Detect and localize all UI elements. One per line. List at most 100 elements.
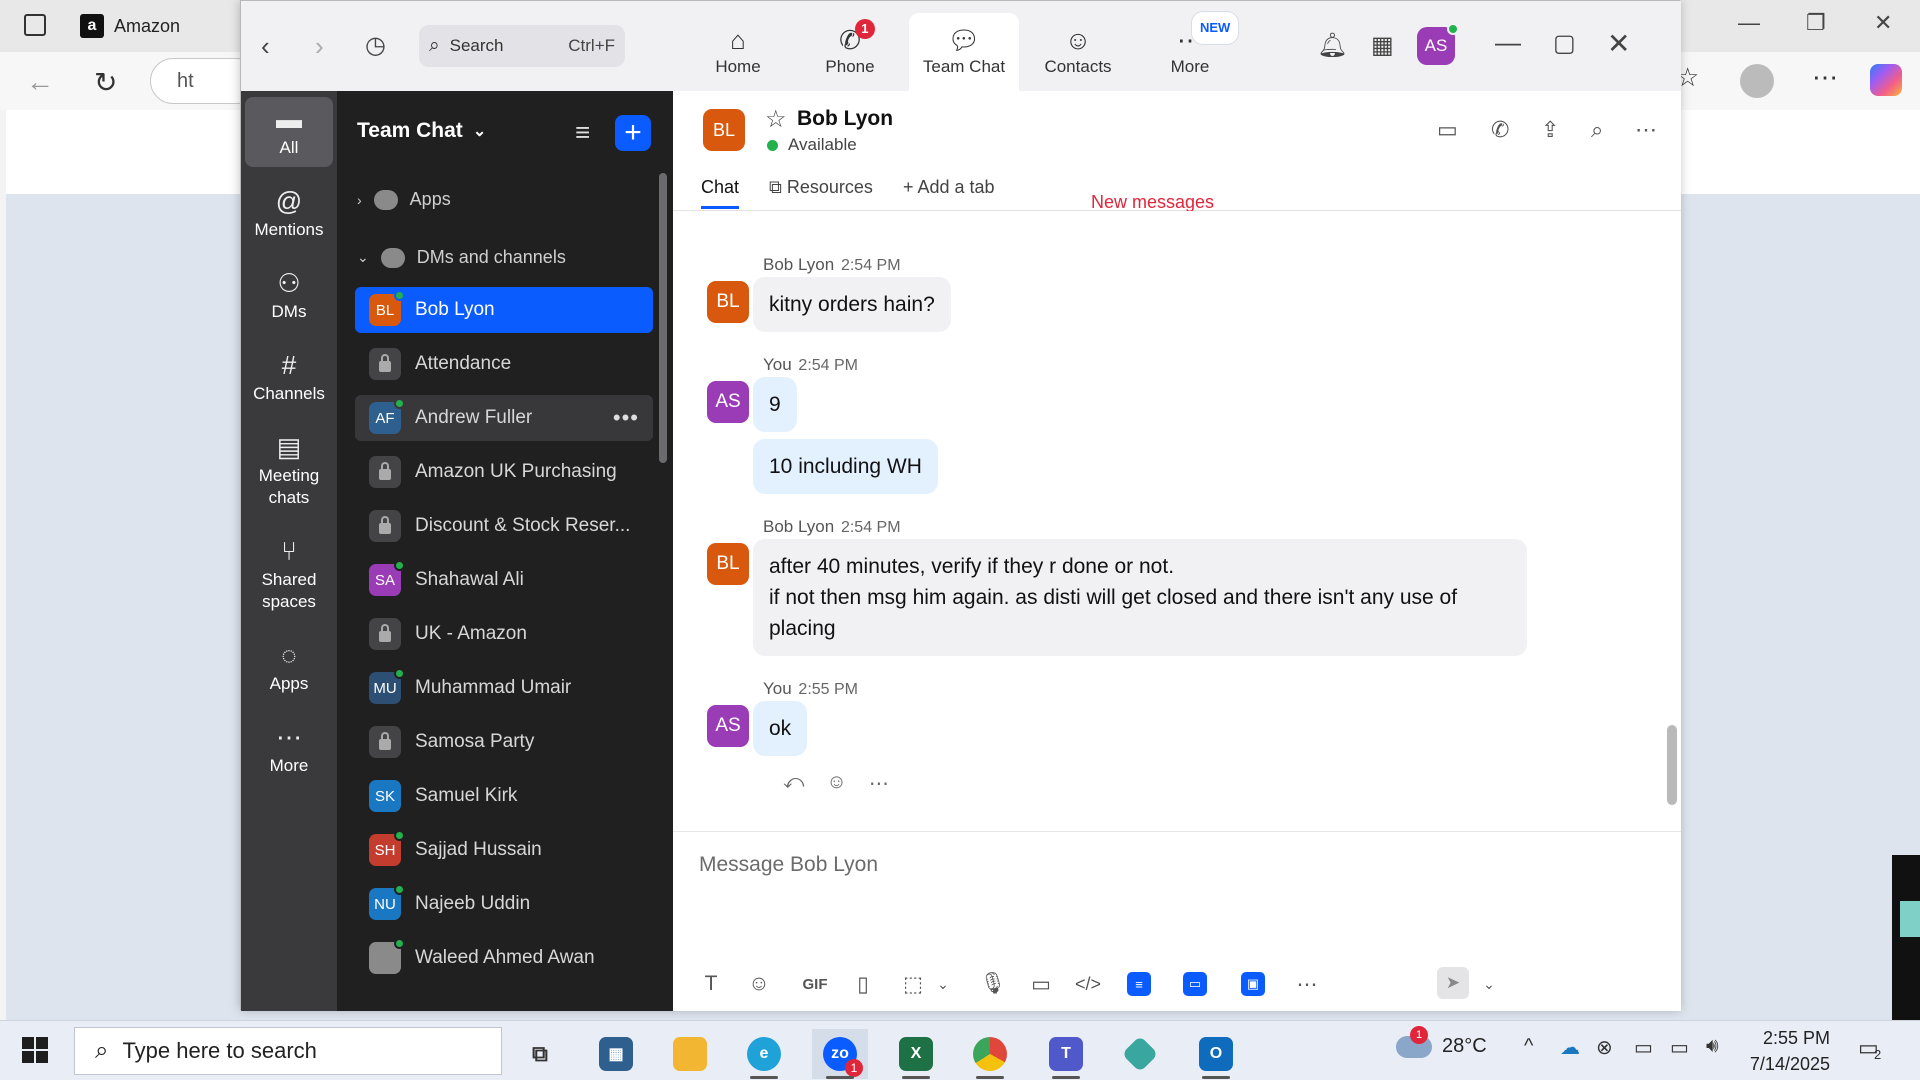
channel-item-bob-lyon[interactable]: BL Bob Lyon bbox=[355, 287, 653, 333]
zoom-search-box[interactable]: ⌕ Search Ctrl+F bbox=[419, 25, 625, 67]
chevron-up-icon[interactable]: ^ bbox=[1524, 1035, 1533, 1058]
tab-more[interactable]: ⋯ NEW More bbox=[1135, 11, 1245, 91]
channel-item-uk-amazon[interactable]: UK - Amazon bbox=[355, 611, 653, 657]
forward-arrow-icon[interactable]: › bbox=[315, 31, 324, 62]
bell-icon[interactable]: 🔔︎ bbox=[1317, 31, 1347, 60]
tab-add[interactable]: + Add a tab bbox=[903, 177, 995, 209]
browser-close-icon[interactable]: ✕ bbox=[1874, 10, 1892, 36]
chevron-down-icon[interactable]: ⌄ bbox=[933, 967, 953, 1001]
maximize-icon[interactable]: ▢ bbox=[1553, 29, 1576, 58]
send-options-icon[interactable]: ⌄ bbox=[1479, 967, 1499, 1001]
search-chat-icon[interactable]: ⌕ bbox=[1591, 117, 1603, 143]
chrome-app-icon[interactable] bbox=[962, 1029, 1018, 1079]
onedrive-icon[interactable]: ☁ bbox=[1560, 1035, 1580, 1060]
channel-item-sajjad-hussain[interactable]: SH Sajjad Hussain bbox=[355, 827, 653, 873]
channel-item-discount-stock[interactable]: Discount & Stock Reser... bbox=[355, 503, 653, 549]
channel-item-andrew-fuller[interactable]: AF Andrew Fuller ••• bbox=[355, 395, 653, 441]
teams-app-icon[interactable]: T bbox=[1038, 1029, 1094, 1079]
browser-restore-icon[interactable]: ❐ bbox=[1806, 10, 1826, 36]
rail-item-all[interactable]: ▬ All bbox=[245, 97, 333, 167]
windows-start-icon[interactable] bbox=[22, 1037, 48, 1063]
clips-app-icon[interactable]: ▣ bbox=[1239, 967, 1267, 1001]
rail-item-apps[interactable]: ◌ Apps bbox=[245, 641, 333, 695]
tab-phone[interactable]: ✆ 1 Phone bbox=[795, 13, 905, 91]
code-icon[interactable]: </> bbox=[1071, 967, 1105, 1001]
share-screen-icon[interactable]: ⇪ bbox=[1541, 117, 1559, 143]
channel-item-samosa-party[interactable]: Samosa Party bbox=[355, 719, 653, 765]
calendar-icon[interactable]: ▦ bbox=[1371, 31, 1394, 60]
browser-refresh-icon[interactable]: ↻ bbox=[94, 66, 117, 99]
phone-call-icon[interactable]: ✆ bbox=[1491, 117, 1509, 143]
tab-team-chat[interactable]: 💬︎ Team Chat bbox=[909, 13, 1019, 91]
close-icon[interactable]: ✕ bbox=[1607, 27, 1630, 60]
section-apps[interactable]: › Apps bbox=[357, 189, 451, 210]
browser-sidebar-icon[interactable] bbox=[24, 14, 46, 36]
notification-center-icon[interactable]: ▭ 2 bbox=[1858, 1035, 1881, 1062]
message-more-icon[interactable]: ⋯ bbox=[869, 771, 889, 796]
tab-home[interactable]: ⌂ Home bbox=[683, 13, 793, 91]
channel-item-najeeb-uddin[interactable]: NU Najeeb Uddin bbox=[355, 881, 653, 927]
zoom-app-icon[interactable]: zo 1 bbox=[812, 1029, 868, 1079]
taskbar-search[interactable]: ⌕ bbox=[74, 1027, 502, 1075]
channel-list-scrollbar[interactable] bbox=[659, 173, 667, 463]
excel-app-icon[interactable]: X bbox=[888, 1029, 944, 1079]
history-icon[interactable]: ◷ bbox=[365, 31, 386, 60]
rail-item-dms[interactable]: ⚇ DMs bbox=[245, 269, 333, 323]
message-bubble[interactable]: 9 bbox=[753, 377, 797, 432]
system-clock[interactable]: 2:55 PM 7/14/2025 bbox=[1740, 1025, 1830, 1077]
rail-item-more[interactable]: ⋯ More bbox=[245, 723, 333, 777]
message-bubble[interactable]: after 40 minutes, verify if they r done … bbox=[753, 539, 1527, 656]
battery-icon[interactable]: ▭ bbox=[1634, 1035, 1653, 1060]
file-explorer-app-icon[interactable] bbox=[662, 1029, 718, 1079]
outlook-app-icon[interactable]: O bbox=[1188, 1029, 1244, 1079]
chat-scrollbar[interactable] bbox=[1667, 725, 1677, 805]
network-icon[interactable]: ▭ bbox=[1670, 1035, 1689, 1060]
microphone-icon[interactable]: 🎙︎ bbox=[979, 967, 1007, 1001]
screenshot-icon[interactable]: ⬚ bbox=[899, 967, 927, 1001]
message-input[interactable] bbox=[699, 845, 1599, 885]
rail-item-channels[interactable]: # Channels bbox=[245, 351, 333, 405]
whiteboard-app-icon[interactable]: ▭ bbox=[1181, 967, 1209, 1001]
channel-item-shahawal-ali[interactable]: SA Shahawal Ali bbox=[355, 557, 653, 603]
star-icon[interactable]: ☆ bbox=[765, 105, 787, 134]
gif-button[interactable]: GIF bbox=[795, 967, 835, 1001]
tab-chat[interactable]: Chat bbox=[701, 177, 740, 209]
browser-menu-icon[interactable]: ⋯ bbox=[1812, 62, 1838, 93]
task-view-icon[interactable]: ⧉ bbox=[512, 1029, 568, 1079]
team-chat-header[interactable]: Team Chat ⌄ bbox=[357, 119, 486, 143]
new-chat-button[interactable]: + bbox=[615, 115, 651, 151]
reply-icon[interactable]: ⤺ bbox=[783, 771, 804, 796]
taskbar-search-input[interactable] bbox=[122, 1038, 463, 1064]
edge-app-icon[interactable]: e bbox=[736, 1029, 792, 1079]
docs-app-icon[interactable]: ≡ bbox=[1125, 967, 1153, 1001]
rail-item-mentions[interactable]: @ Mentions bbox=[245, 187, 333, 241]
vpn-app-icon[interactable] bbox=[1112, 1029, 1168, 1079]
browser-back-icon[interactable]: ← bbox=[26, 66, 54, 98]
filter-icon[interactable]: ≡ bbox=[575, 117, 590, 148]
user-avatar[interactable]: AS bbox=[1417, 23, 1459, 65]
video-call-icon[interactable]: ▭ bbox=[1437, 117, 1458, 143]
copilot-icon[interactable] bbox=[1870, 64, 1902, 96]
back-arrow-icon[interactable]: ‹ bbox=[261, 31, 270, 62]
chat-more-icon[interactable]: ⋯ bbox=[1635, 117, 1657, 143]
calculator-app-icon[interactable]: ▦ bbox=[588, 1029, 644, 1079]
channel-item-attendance[interactable]: Attendance bbox=[355, 341, 653, 387]
volume-icon[interactable]: 🔊︎ bbox=[1706, 1035, 1719, 1058]
browser-tab[interactable]: a Amazon bbox=[80, 8, 240, 44]
file-icon[interactable]: ▯ bbox=[849, 967, 877, 1001]
message-bubble[interactable]: ok bbox=[753, 701, 808, 756]
text-format-icon[interactable]: T bbox=[697, 967, 725, 1001]
rail-item-meeting-chats[interactable]: ▤ Meeting chats bbox=[245, 433, 333, 509]
channel-item-muhammad-umair[interactable]: MU Muhammad Umair bbox=[355, 665, 653, 711]
emoji-icon[interactable]: ☺ bbox=[745, 967, 773, 1001]
message-bubble[interactable]: kitny orders hain? bbox=[753, 277, 951, 332]
section-dms-and-channels[interactable]: ⌄ DMs and channels bbox=[357, 247, 566, 268]
defender-icon[interactable]: ⊗ bbox=[1596, 1035, 1613, 1060]
message-bubble[interactable]: 10 including WH bbox=[753, 439, 938, 494]
more-options-icon[interactable]: ••• bbox=[613, 405, 639, 431]
video-message-icon[interactable]: ▭ bbox=[1027, 967, 1055, 1001]
tab-resources[interactable]: ⧉ Resources bbox=[769, 177, 873, 209]
weather-widget[interactable]: 1 28°C bbox=[1396, 1025, 1487, 1058]
composer-more-icon[interactable]: ⋯ bbox=[1293, 967, 1321, 1001]
browser-minimize-icon[interactable]: — bbox=[1738, 10, 1760, 36]
